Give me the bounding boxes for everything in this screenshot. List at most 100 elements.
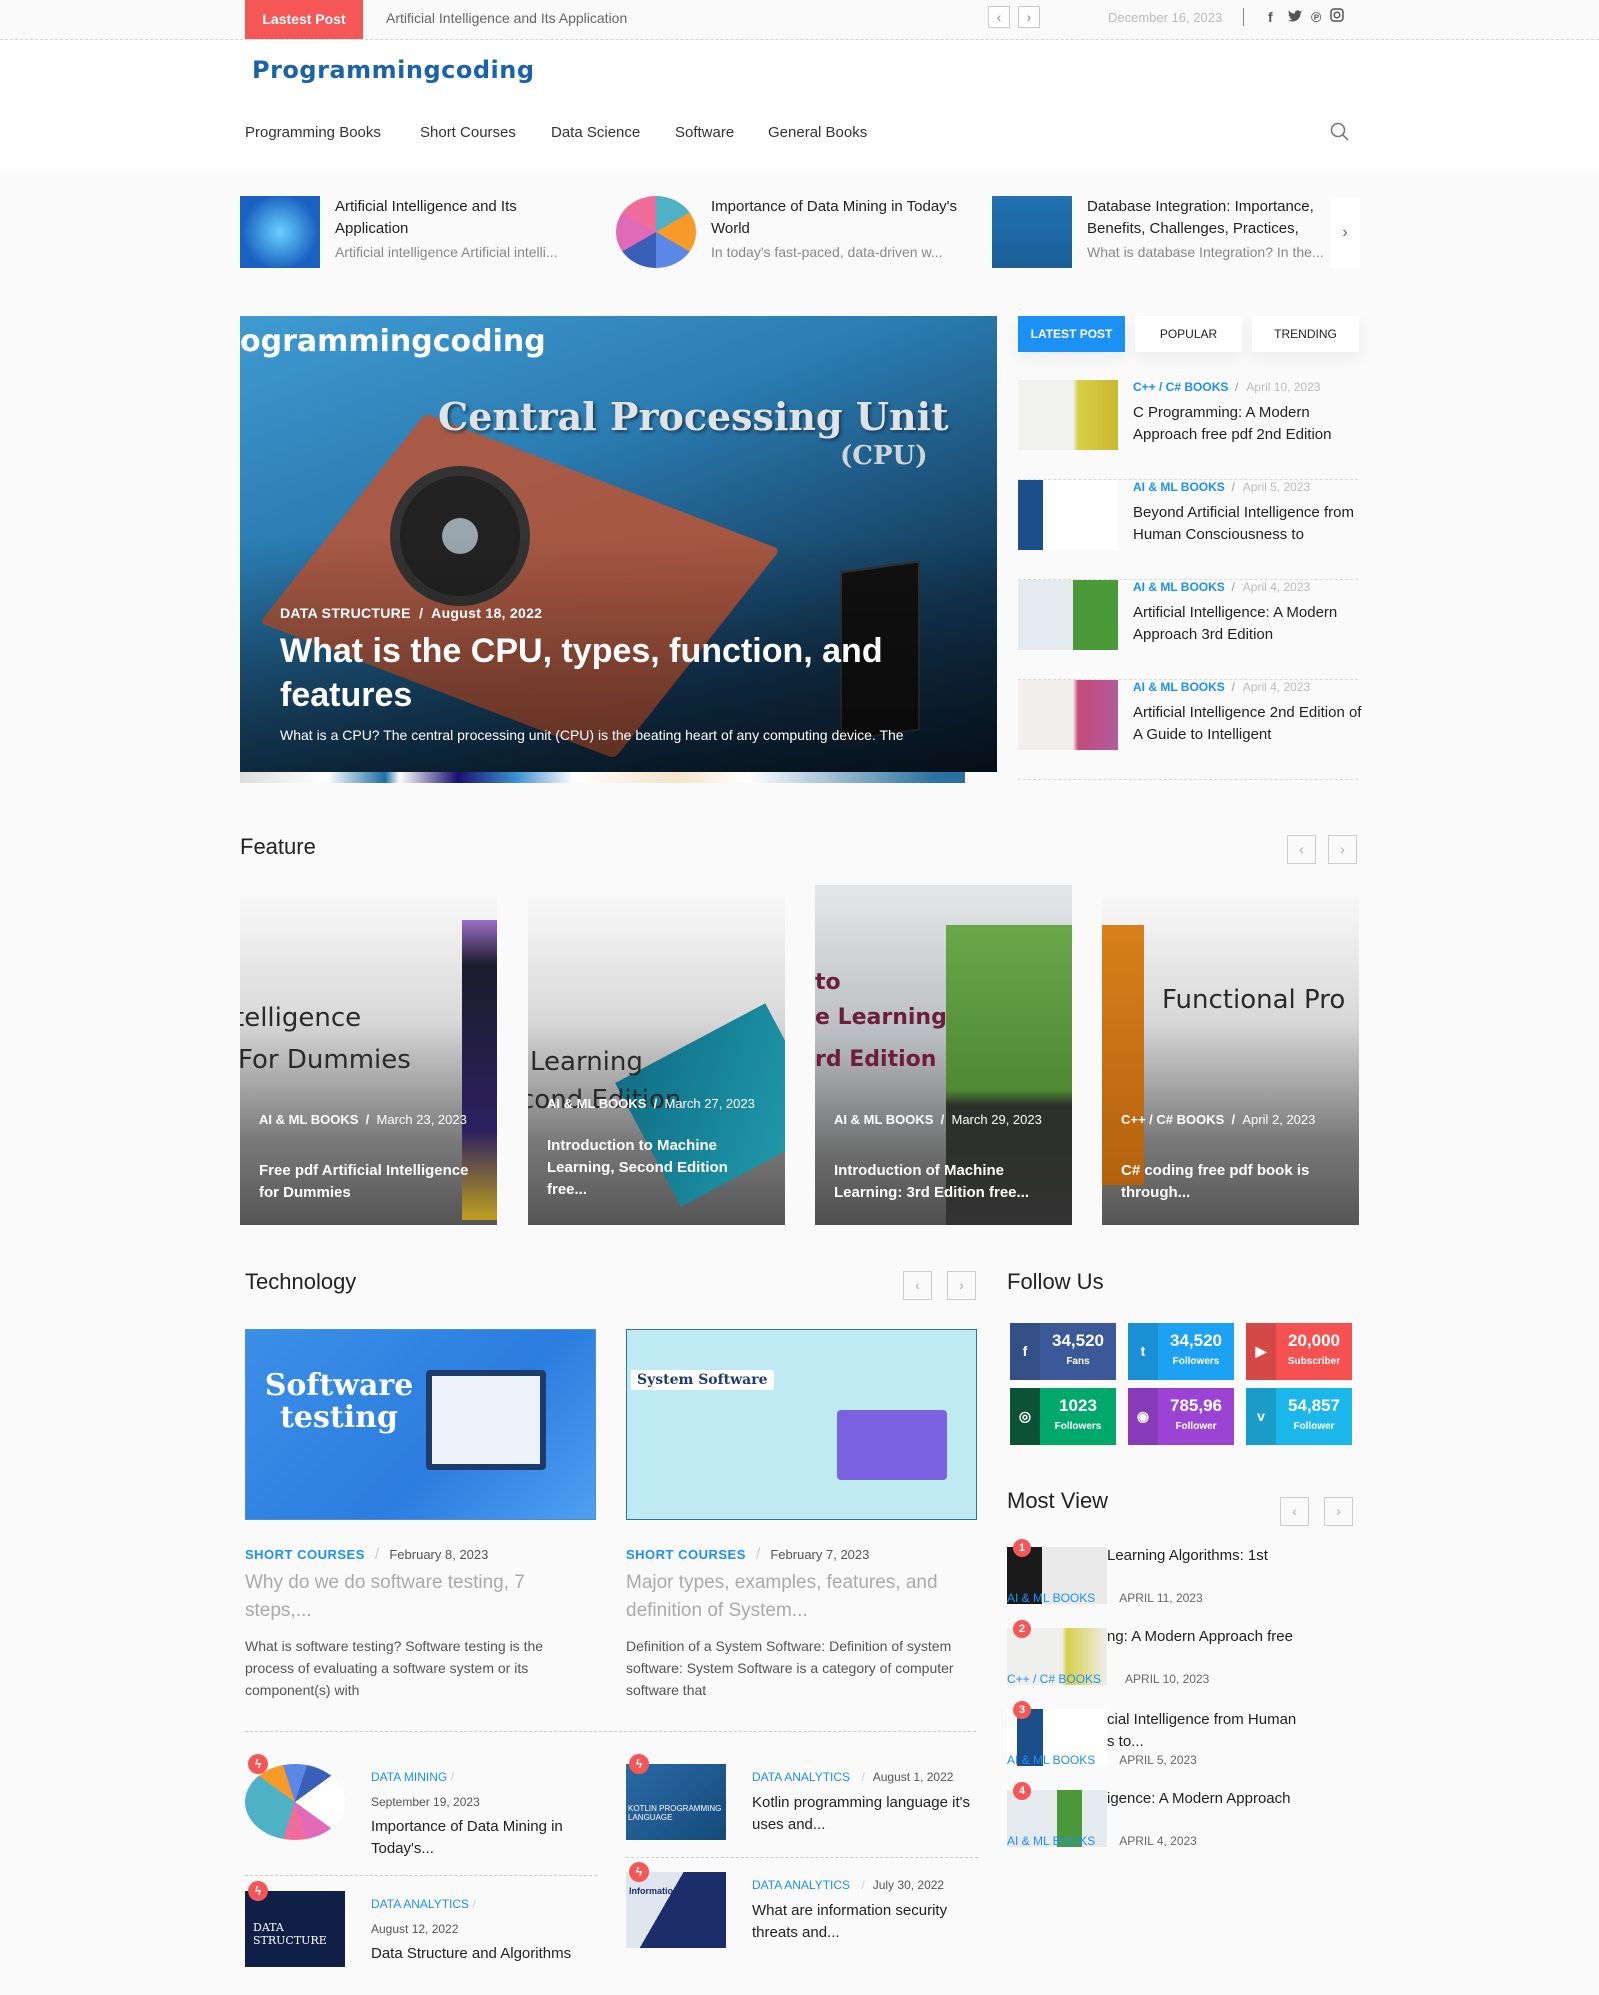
card-title[interactable]: Introduction to Machine Learning, Second… bbox=[547, 1135, 772, 1201]
most-view-item[interactable]: 4 igence: A Modern Approach AI & ML BOOK… bbox=[1007, 1782, 1357, 1862]
post-title[interactable]: Data Structure and Algorithms bbox=[371, 1943, 601, 1965]
tab-latest-post[interactable]: LATEST POST bbox=[1018, 316, 1125, 352]
card-category[interactable]: AI & ML BOOKS bbox=[259, 1112, 358, 1127]
post-title[interactable]: Importance of Data Mining in Today's... bbox=[371, 1816, 601, 1860]
post-meta: SHORT COURSES / February 8, 2023 bbox=[245, 1546, 489, 1563]
post-category[interactable]: DATA ANALYTICS bbox=[752, 1770, 850, 1784]
ticker-prev-button[interactable]: ‹ bbox=[988, 6, 1010, 28]
post-category[interactable]: SHORT COURSES bbox=[245, 1547, 365, 1562]
list-item[interactable]: AI & ML BOOKS / April 5, 2023 Beyond Arti… bbox=[1018, 480, 1358, 580]
hero-category[interactable]: DATA STRUCTURE bbox=[280, 605, 411, 621]
post-thumbnail bbox=[240, 196, 320, 268]
post-title[interactable]: Database Integration: Importance, Benefi… bbox=[1087, 196, 1337, 240]
post-title[interactable]: C Programming: A Modern Approach free pd… bbox=[1133, 402, 1363, 446]
instagram-icon[interactable] bbox=[1330, 8, 1344, 25]
list-item[interactable]: AI & ML BOOKS / April 4, 2023 Artificial … bbox=[1018, 680, 1361, 780]
nav-general-books[interactable]: General Books bbox=[768, 124, 867, 141]
hero-thumbnail-strip[interactable] bbox=[240, 772, 965, 783]
post-category[interactable]: AI & ML BOOKS bbox=[1007, 1834, 1095, 1848]
card-category[interactable]: AI & ML BOOKS bbox=[547, 1096, 646, 1111]
most-view-next-button[interactable]: › bbox=[1324, 1497, 1353, 1526]
card-title[interactable]: Free pdf Artificial Intelligence for Dum… bbox=[259, 1160, 484, 1204]
post-title[interactable]: Artificial Intelligence: A Modern Approa… bbox=[1133, 602, 1363, 646]
pinterest-icon[interactable]: ℗ bbox=[1311, 9, 1321, 25]
post-title[interactable]: Artificial Intelligence and Its Applicat… bbox=[335, 196, 585, 240]
tab-popular[interactable]: POPULAR bbox=[1135, 316, 1242, 352]
site-logo[interactable]: Programmingcoding bbox=[252, 56, 535, 84]
tab-trending[interactable]: TRENDING bbox=[1252, 316, 1359, 352]
post-title[interactable]: Beyond Artificial Intelligence from Huma… bbox=[1133, 502, 1363, 546]
list-item[interactable]: ϟ DATA MINING / September 19, 2023 Impor… bbox=[245, 1754, 605, 1857]
follow-twitter-button[interactable]: t 34,520 Followers bbox=[1128, 1323, 1234, 1380]
post-category[interactable]: AI & ML BOOKS bbox=[1133, 680, 1225, 694]
post-title[interactable]: Major types, examples, features, and def… bbox=[626, 1569, 946, 1625]
hero-post[interactable]: ogrammingcoding Central Processing Unit … bbox=[240, 316, 997, 772]
card-category[interactable]: AI & ML BOOKS bbox=[834, 1112, 933, 1127]
feature-next-button[interactable]: › bbox=[1328, 835, 1357, 864]
post-title[interactable]: What are information security threats an… bbox=[752, 1900, 982, 1944]
ticker-headline[interactable]: Artificial Intelligence and Its Applicat… bbox=[386, 0, 627, 39]
post-category[interactable]: AI & ML BOOKS bbox=[1133, 480, 1225, 494]
post-title[interactable]: igence: A Modern Approach bbox=[1107, 1790, 1290, 1807]
list-item[interactable]: AI & ML BOOKS / April 4, 2023 Artificial … bbox=[1018, 580, 1358, 680]
most-view-item[interactable]: 3 cial Intelligence from Human s to... A… bbox=[1007, 1701, 1357, 1781]
post-title[interactable]: Learning Algorithms: 1st bbox=[1107, 1547, 1268, 1564]
feature-card[interactable]: telligence For Dummies AI & ML BOOKS / M… bbox=[240, 885, 497, 1225]
nav-short-courses[interactable]: Short Courses bbox=[420, 124, 516, 141]
post-category[interactable]: AI & ML BOOKS bbox=[1007, 1591, 1095, 1605]
list-item[interactable]: Information Security ϟ DATA ANALYTICS / J… bbox=[626, 1862, 986, 1962]
most-view-item[interactable]: 2 ng: A Modern Approach free C++ / C# BO… bbox=[1007, 1620, 1357, 1700]
post-title[interactable]: Importance of Data Mining in Today's Wor… bbox=[711, 196, 961, 240]
top-bar bbox=[0, 0, 1599, 40]
follow-vine-button[interactable]: v 54,857 Follower bbox=[1246, 1388, 1352, 1445]
hero-title[interactable]: What is the CPU, types, function, and fe… bbox=[280, 629, 920, 717]
technology-next-button[interactable]: › bbox=[947, 1271, 976, 1300]
post-excerpt: In today's fast-paced, data-driven w... bbox=[711, 244, 943, 260]
nav-data-science[interactable]: Data Science bbox=[551, 124, 640, 141]
card-image-text: Learning bbox=[530, 1047, 643, 1077]
post-image[interactable]: System Software bbox=[626, 1329, 977, 1520]
post-title[interactable]: Why do we do software testing, 7 steps,.… bbox=[245, 1569, 565, 1625]
post-category[interactable]: DATA ANALYTICS bbox=[752, 1878, 850, 1892]
list-item[interactable]: KOTLIN PROGRAMMING LANGUAGE ϟ DATA ANALY… bbox=[626, 1754, 986, 1854]
list-item[interactable]: C++ / C# BOOKS / April 10, 2023 C Program… bbox=[1018, 380, 1358, 480]
nav-software[interactable]: Software bbox=[675, 124, 734, 141]
card-category[interactable]: C++ / C# BOOKS bbox=[1121, 1112, 1224, 1127]
search-icon[interactable] bbox=[1330, 122, 1350, 142]
post-category[interactable]: DATA ANALYTICS bbox=[371, 1897, 469, 1911]
nav-programming-books[interactable]: Programming Books bbox=[245, 124, 381, 141]
feature-card[interactable]: to e Learning rd Edition AI & ML BOOKS /… bbox=[815, 885, 1072, 1225]
post-category[interactable]: SHORT COURSES bbox=[626, 1547, 746, 1562]
feature-card[interactable]: Learning cond Edition AI & ML BOOKS / Ma… bbox=[528, 885, 785, 1225]
most-view-item[interactable]: 1 Learning Algorithms: 1st AI & ML BOOKS… bbox=[1007, 1539, 1357, 1619]
post-title[interactable]: Artificial Intelligence 2nd Edition of A… bbox=[1133, 702, 1363, 746]
facebook-icon[interactable]: f bbox=[1268, 9, 1273, 25]
twitter-icon[interactable] bbox=[1288, 9, 1302, 25]
card-date: March 27, 2023 bbox=[664, 1096, 755, 1111]
post-title[interactable]: Kotlin programming language it's uses an… bbox=[752, 1792, 982, 1836]
post-category[interactable]: C++ / C# BOOKS bbox=[1007, 1672, 1101, 1686]
post-image[interactable]: Software testing bbox=[245, 1329, 596, 1520]
post-category[interactable]: AI & ML BOOKS bbox=[1007, 1753, 1095, 1767]
feature-prev-button[interactable]: ‹ bbox=[1287, 835, 1316, 864]
follow-dribbble-button[interactable]: ◎ 1023 Followers bbox=[1010, 1388, 1116, 1445]
follow-facebook-button[interactable]: f 34,520 Fans bbox=[1010, 1323, 1116, 1380]
most-view-prev-button[interactable]: ‹ bbox=[1280, 1497, 1309, 1526]
follower-label: Follower bbox=[1293, 1421, 1335, 1432]
post-title[interactable]: ng: A Modern Approach free bbox=[1107, 1628, 1293, 1645]
post-date: February 8, 2023 bbox=[389, 1547, 489, 1562]
feature-card[interactable]: Functional Pro C++ / C# BOOKS / April 2,… bbox=[1102, 885, 1359, 1225]
technology-prev-button[interactable]: ‹ bbox=[903, 1271, 932, 1300]
follow-instagram-button[interactable]: ◉ 785,96 Follower bbox=[1128, 1388, 1234, 1445]
ticker-next-button[interactable]: › bbox=[1018, 6, 1040, 28]
list-item[interactable]: DATA STRUCTURE ϟ DATA ANALYTICS / August… bbox=[245, 1881, 605, 1981]
post-category[interactable]: AI & ML BOOKS bbox=[1133, 580, 1225, 594]
follow-youtube-button[interactable]: ▶ 20,000 Subscriber bbox=[1246, 1323, 1352, 1380]
card-title[interactable]: Introduction of Machine Learning: 3rd Ed… bbox=[834, 1160, 1059, 1204]
post-thumbnail bbox=[1018, 580, 1118, 650]
post-title[interactable]: cial Intelligence from Human s to... bbox=[1107, 1709, 1307, 1753]
post-category[interactable]: DATA MINING bbox=[371, 1770, 447, 1784]
strip-next-button[interactable]: › bbox=[1330, 198, 1360, 268]
card-title[interactable]: C# coding free pdf book is through... bbox=[1121, 1160, 1346, 1204]
post-category[interactable]: C++ / C# BOOKS bbox=[1133, 380, 1228, 394]
